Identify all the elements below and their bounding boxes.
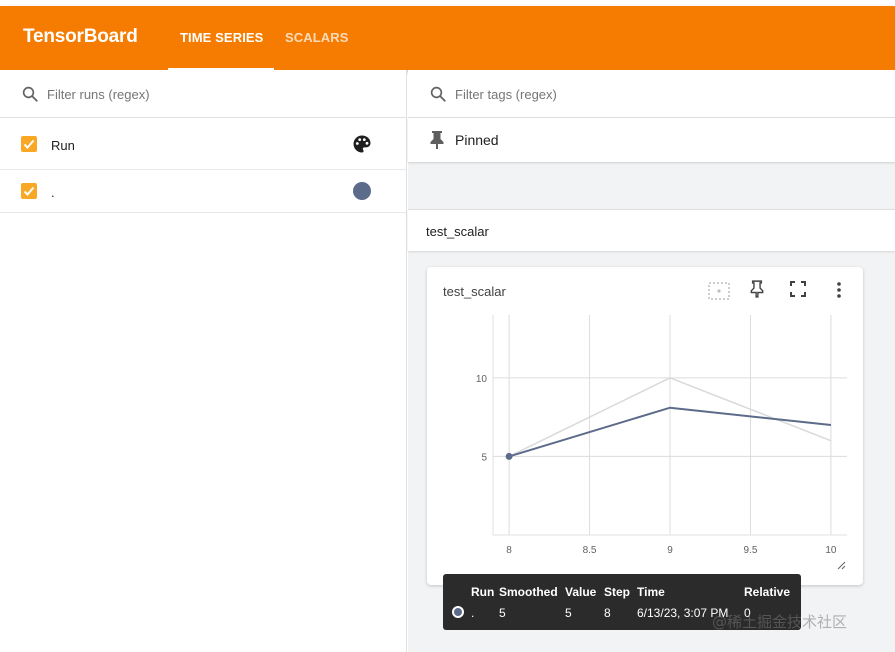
top-app-bar: TensorBoard TIME SERIES SCALARS (0, 6, 895, 70)
main-panel: Filter tags (regex) Pinned test_scalar t… (408, 70, 895, 652)
tooltip-run: . (471, 606, 475, 620)
run-row[interactable]: . (0, 170, 406, 213)
tab-scalars[interactable]: SCALARS (285, 30, 349, 45)
run-checkbox[interactable] (21, 183, 37, 199)
hover-point (505, 452, 513, 460)
search-icon (21, 85, 39, 108)
run-color-swatch[interactable] (353, 182, 371, 200)
x-tick-label: 9 (667, 545, 673, 556)
tooltip-header-run: Run (471, 585, 495, 599)
watermark: @稀土掘金技术社区 (712, 613, 848, 631)
tooltip-run-swatch (452, 606, 464, 618)
tooltip-header-relative: Relative (744, 585, 791, 599)
pinned-label: Pinned (455, 132, 499, 148)
tags-filter-input[interactable]: Filter tags (regex) (455, 87, 557, 102)
tooltip-value: 5 (565, 606, 572, 620)
tag-group-header[interactable]: test_scalar (408, 209, 895, 251)
x-tick-label: 9.5 (744, 545, 758, 556)
scalar-card: test_scalar 8 8.5 9 9.5 10 5 10 (427, 267, 863, 585)
scalar-chart[interactable]: 8 8.5 9 9.5 10 5 10 (427, 267, 863, 585)
tooltip-header-time: Time (637, 585, 665, 599)
search-icon (429, 85, 447, 108)
runs-filter[interactable]: Filter runs (regex) (0, 70, 406, 118)
tooltip-header-smoothed: Smoothed (499, 585, 558, 599)
y-tick-label: 5 (481, 452, 487, 463)
runs-header-row: Run (0, 119, 406, 170)
tooltip-step: 8 (604, 606, 611, 620)
run-name: . (51, 185, 55, 200)
tags-filter[interactable]: Filter tags (regex) (408, 70, 895, 118)
x-tick-label: 10 (825, 545, 837, 556)
tag-group-title: test_scalar (426, 224, 489, 239)
tooltip-header-value: Value (565, 585, 597, 599)
run-column-label: Run (51, 138, 75, 153)
tooltip-header-step: Step (604, 585, 631, 599)
app-title[interactable]: TensorBoard (23, 26, 138, 48)
pinned-section: Pinned (408, 118, 895, 162)
y-tick-label: 10 (476, 374, 488, 385)
runs-filter-input[interactable]: Filter runs (regex) (47, 87, 150, 102)
tab-time-series[interactable]: TIME SERIES (180, 30, 263, 45)
runs-panel: Filter runs (regex) Run . (0, 70, 407, 652)
palette-icon[interactable] (352, 134, 372, 159)
resize-handle-icon[interactable] (836, 557, 846, 575)
x-tick-label: 8.5 (583, 545, 597, 556)
select-all-checkbox[interactable] (21, 136, 37, 152)
pin-icon (429, 130, 445, 155)
tooltip-smoothed: 5 (499, 606, 506, 620)
x-tick-label: 8 (506, 545, 512, 556)
